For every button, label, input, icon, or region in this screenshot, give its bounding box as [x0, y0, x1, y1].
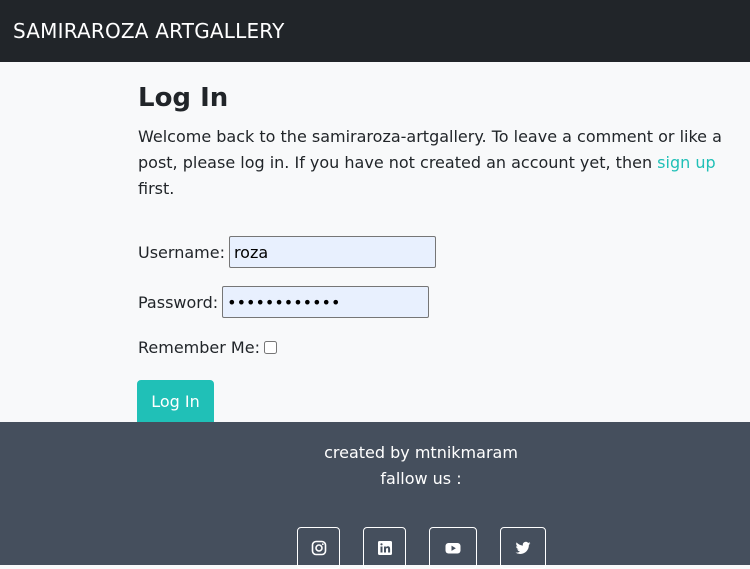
remember-row: Remember Me:	[138, 338, 277, 357]
brand-link[interactable]: SAMIRAROZA ARTGALLERY	[13, 19, 285, 43]
username-label: Username:	[138, 242, 225, 262]
footer-follow-label: fallow us :	[380, 469, 462, 488]
navbar: SAMIRAROZA ARTGALLERY	[0, 0, 750, 62]
login-button[interactable]: Log In	[137, 380, 214, 422]
twitter-link[interactable]	[500, 527, 546, 569]
linkedin-link[interactable]	[363, 527, 406, 569]
login-section: Log In Welcome back to the samiraroza-ar…	[138, 82, 728, 202]
page-title: Log In	[138, 83, 229, 113]
signup-link[interactable]: sign up	[657, 153, 715, 172]
instagram-link[interactable]	[297, 527, 340, 569]
remember-checkbox[interactable]	[263, 341, 277, 354]
youtube-link[interactable]	[429, 527, 477, 569]
twitter-icon	[515, 541, 531, 554]
password-label: Password:	[138, 292, 219, 312]
remember-label: Remember Me:	[138, 338, 260, 357]
youtube-icon	[445, 543, 461, 554]
intro-text-body: Welcome back to the samiraroza-artgaller…	[138, 127, 722, 172]
intro-text-suffix: first.	[138, 179, 175, 198]
username-row: Username:	[138, 236, 436, 268]
footer: created by mtnikmaram fallow us :	[0, 422, 750, 569]
main-content: Log In Welcome back to the samiraroza-ar…	[0, 62, 750, 422]
instagram-icon	[311, 540, 326, 556]
username-input[interactable]	[228, 236, 436, 268]
password-row: Password:	[138, 286, 430, 318]
password-input[interactable]	[222, 286, 430, 318]
linkedin-icon	[377, 541, 392, 555]
footer-credit: created by mtnikmaram	[324, 443, 518, 462]
intro-text: Welcome back to the samiraroza-artgaller…	[138, 124, 728, 202]
